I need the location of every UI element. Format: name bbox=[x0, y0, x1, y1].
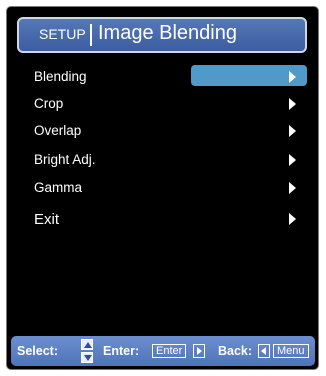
back-hint-label: Back: bbox=[218, 344, 253, 358]
up-down-icon bbox=[81, 338, 93, 364]
menu-item-bright-adj[interactable]: Bright Adj. bbox=[24, 148, 314, 172]
up-arrow-icon bbox=[81, 339, 93, 350]
arrow-right-icon bbox=[289, 182, 296, 194]
menu-item-label: Crop bbox=[34, 96, 64, 111]
header-divider bbox=[90, 24, 92, 46]
menu-item-crop[interactable]: Crop bbox=[24, 92, 314, 116]
arrow-right-icon bbox=[289, 98, 296, 110]
arrow-right-icon bbox=[289, 213, 296, 225]
menu-item-blending[interactable]: Blending bbox=[24, 65, 314, 89]
help-bar: Select: Enter: Enter Back: Menu bbox=[11, 336, 315, 366]
right-arrow-key-icon bbox=[193, 344, 205, 358]
enter-hint-label: Enter: bbox=[103, 344, 140, 358]
down-arrow-icon bbox=[81, 352, 93, 363]
left-arrow-key-icon bbox=[258, 344, 270, 358]
enter-key-badge: Enter bbox=[152, 344, 187, 358]
arrow-right-icon bbox=[289, 71, 296, 83]
menu-item-label: Overlap bbox=[34, 123, 82, 138]
menu-item-label: Gamma bbox=[34, 180, 83, 195]
select-hint-label: Select: bbox=[17, 344, 58, 358]
menu-item-label: Bright Adj. bbox=[34, 152, 96, 167]
menu-key-badge: Menu bbox=[273, 344, 309, 358]
setup-label: SETUP bbox=[39, 26, 86, 42]
menu-header: SETUP Image Blending bbox=[17, 17, 307, 53]
menu-item-overlap[interactable]: Overlap bbox=[24, 119, 314, 143]
menu-item-gamma[interactable]: Gamma bbox=[24, 176, 314, 200]
menu-item-label: Exit bbox=[34, 211, 60, 228]
page-title: Image Blending bbox=[98, 22, 237, 44]
menu-item-label: Blending bbox=[34, 69, 87, 84]
menu-item-exit[interactable]: Exit bbox=[24, 207, 314, 231]
arrow-right-icon bbox=[289, 125, 296, 137]
arrow-right-icon bbox=[289, 154, 296, 166]
